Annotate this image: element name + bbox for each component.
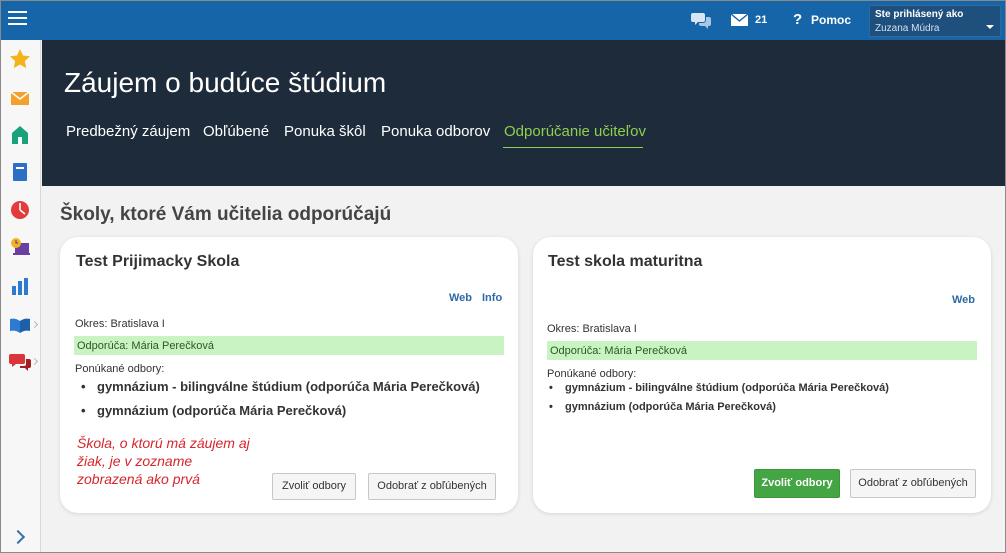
chevron-right-icon bbox=[30, 320, 39, 329]
top-bar: 21 ? Pomoc Ste prihlásený ako Zuzana Múd… bbox=[1, 1, 1005, 40]
user-name: Zuzana Múdra bbox=[875, 23, 940, 34]
chat-icon[interactable] bbox=[9, 351, 31, 373]
open-book-icon[interactable] bbox=[9, 314, 31, 336]
school-icon[interactable] bbox=[9, 124, 31, 146]
expand-sidebar-icon[interactable] bbox=[10, 529, 26, 545]
help-icon[interactable]: ? bbox=[793, 11, 802, 28]
sidebar bbox=[1, 40, 41, 552]
district-label: Okres: Bratislava I bbox=[547, 323, 637, 335]
mail-count-badge[interactable]: 21 bbox=[755, 14, 767, 26]
tab-odporucanie-ucitelov[interactable]: Odporúčanie učiteľov bbox=[504, 123, 646, 140]
help-link[interactable]: Pomoc bbox=[811, 13, 851, 27]
school-title: Test skola maturitna bbox=[548, 253, 703, 270]
remove-from-favorites-button[interactable]: Odobrať z obľúbených bbox=[850, 469, 976, 498]
school-card: Test Prijimacky Skola Web Info Okres: Br… bbox=[60, 237, 518, 513]
field-item: gymnázium (odporúča Mária Perečková) bbox=[81, 403, 346, 418]
chevron-down-icon bbox=[986, 25, 994, 29]
app-window: 21 ? Pomoc Ste prihlásený ako Zuzana Múd… bbox=[0, 0, 1006, 553]
recommended-by: Odporúča: Mária Perečková bbox=[547, 341, 977, 360]
web-link[interactable]: Web bbox=[449, 292, 472, 304]
mail-icon[interactable] bbox=[9, 87, 31, 109]
page-header: Záujem o budúce štúdium Predbežný záujem… bbox=[42, 40, 1005, 186]
web-link[interactable]: Web bbox=[952, 294, 975, 306]
user-menu[interactable]: Ste prihlásený ako Zuzana Múdra bbox=[869, 5, 1001, 37]
recommended-by: Odporúča: Mária Perečková bbox=[74, 336, 504, 355]
messages-icon[interactable] bbox=[691, 11, 711, 29]
mail-icon[interactable] bbox=[731, 14, 748, 26]
chart-pie-icon[interactable] bbox=[9, 199, 31, 221]
info-link[interactable]: Info bbox=[482, 292, 502, 304]
chevron-right-icon bbox=[30, 357, 39, 366]
bar-chart-icon[interactable] bbox=[9, 275, 31, 297]
field-item: gymnázium - bilingválne štúdium (odporúč… bbox=[549, 382, 889, 394]
field-item: gymnázium - bilingválne štúdium (odporúč… bbox=[81, 379, 480, 394]
info-note: Škola, o ktorú má záujem aj žiak, je v z… bbox=[77, 435, 250, 487]
remove-from-favorites-button[interactable]: Odobrať z obľúbených bbox=[368, 473, 496, 500]
tab-predbezny-zaujem[interactable]: Predbežný záujem bbox=[66, 123, 190, 140]
choose-fields-button[interactable]: Zvoliť odbory bbox=[754, 469, 840, 498]
tab-ponuka-odborov[interactable]: Ponuka odborov bbox=[381, 123, 490, 140]
laptop-clock-icon[interactable] bbox=[9, 236, 31, 258]
district-label: Okres: Bratislava I bbox=[75, 318, 165, 330]
school-title: Test Prijimacky Skola bbox=[76, 253, 240, 270]
book-icon[interactable] bbox=[9, 161, 31, 183]
field-item: gymnázium (odporúča Mária Perečková) bbox=[549, 401, 776, 413]
tab-oblubene[interactable]: Obľúbené bbox=[203, 123, 269, 140]
fields-label: Ponúkané odbory: bbox=[547, 368, 637, 380]
tab-ponuka-skol[interactable]: Ponuka škôl bbox=[284, 123, 366, 140]
menu-icon[interactable] bbox=[8, 11, 27, 27]
user-caption: Ste prihlásený ako bbox=[875, 9, 964, 20]
school-card: Test skola maturitna Web Okres: Bratisla… bbox=[533, 237, 991, 513]
choose-fields-button[interactable]: Zvoliť odbory bbox=[272, 473, 356, 500]
active-tab-indicator bbox=[503, 147, 643, 148]
star-icon[interactable] bbox=[9, 48, 31, 70]
section-title: Školy, ktoré Vám učitelia odporúčajú bbox=[60, 204, 392, 225]
fields-label: Ponúkané odbory: bbox=[75, 363, 165, 375]
page-title: Záujem o budúce štúdium bbox=[64, 67, 387, 98]
